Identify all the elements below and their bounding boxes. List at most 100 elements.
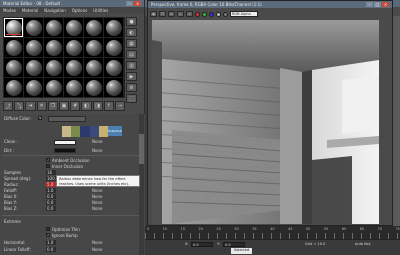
save-image-icon[interactable]: ▣ (150, 11, 157, 17)
timeline-tick-label: 25 (216, 227, 221, 231)
dirt-color-swatch[interactable] (54, 148, 76, 153)
select-by-material-icon[interactable]: ⬚ (126, 94, 137, 103)
menu-material[interactable]: Material (22, 8, 38, 13)
red-channel-toggle[interactable] (195, 11, 200, 17)
timeline[interactable]: 5 10 15 20 25 30 35 40 45 50 55 60 65 70 75 (145, 226, 400, 239)
material-slot[interactable] (44, 58, 63, 77)
clone-window-icon[interactable]: ⧉ (168, 11, 175, 17)
background-icon[interactable]: ▦ (126, 39, 137, 48)
make-preview-icon[interactable]: ▶ (126, 72, 137, 81)
multi-sub-button[interactable]: Multi/Sub (108, 126, 122, 136)
material-slot[interactable] (64, 78, 83, 97)
material-slot[interactable] (104, 18, 123, 37)
copy-image-icon[interactable]: ❐ (159, 11, 166, 17)
reset-map-icon[interactable]: ✕ (36, 101, 47, 111)
print-icon[interactable]: ⎙ (177, 11, 184, 17)
video-color-check-icon[interactable]: ▥ (126, 61, 137, 70)
material-slot[interactable] (44, 18, 63, 37)
clean-map-button[interactable]: None (92, 139, 102, 144)
render-frame-window[interactable]: Perspective, frame 0, RGBA Color 16 Bits… (147, 0, 393, 226)
material-slot[interactable] (4, 58, 23, 77)
sample-type-icon[interactable]: ● (126, 17, 137, 26)
material-slot[interactable] (44, 38, 63, 57)
go-to-parent-icon[interactable]: ↑ (103, 101, 114, 111)
material-swatch-strip[interactable] (62, 126, 109, 137)
render-title-bar[interactable]: Perspective, frame 0, RGBA Color 16 Bits… (148, 1, 392, 8)
material-slot[interactable] (24, 38, 43, 57)
green-channel-toggle[interactable] (202, 11, 207, 17)
clean-color-swatch[interactable] (54, 140, 76, 145)
clear-icon[interactable]: ✕ (186, 11, 193, 17)
ambient-occlusion-checkbox[interactable]: ✓ (46, 158, 50, 162)
minimize-icon[interactable]: – (366, 2, 373, 7)
menu-options[interactable]: Options (72, 8, 87, 13)
scrollbar-thumb[interactable] (139, 134, 144, 164)
material-slot[interactable] (4, 38, 23, 57)
bias-z-map-button[interactable]: None (92, 206, 102, 211)
material-id-icon[interactable]: # (70, 101, 81, 111)
material-slot[interactable] (84, 58, 103, 77)
swatch-4[interactable] (89, 126, 99, 137)
optimize-thin-checkbox[interactable] (46, 227, 50, 231)
get-material-icon[interactable]: ⤴ (3, 101, 14, 111)
dirt-map-button[interactable]: None (92, 148, 102, 153)
horizontal-input[interactable]: 1.0 (46, 240, 56, 245)
material-editor-title-bar[interactable]: Material Editor - 08 - Default – × (0, 0, 144, 7)
material-slot[interactable] (104, 78, 123, 97)
uv-tiling-icon[interactable]: ▤ (126, 50, 137, 59)
material-slot[interactable] (4, 18, 23, 37)
auto-key-button[interactable]: Auto Key (355, 242, 371, 246)
options-icon[interactable]: ⚙ (126, 83, 137, 92)
menu-utilities[interactable]: Utilities (93, 8, 108, 13)
menu-navigation[interactable]: Navigation (44, 8, 66, 13)
x-coordinate-field[interactable]: 0.0 (191, 242, 213, 247)
ignore-bump-checkbox[interactable]: ✓ (46, 233, 50, 237)
assign-to-selection-icon[interactable]: ➜ (25, 101, 36, 111)
horizontal-map-button[interactable]: None (92, 240, 102, 245)
linear-falloff-input[interactable]: 0.0 (46, 247, 56, 252)
eyedropper-icon[interactable]: ✎ (38, 116, 42, 120)
menu-modes[interactable]: Modes (3, 8, 16, 13)
close-icon[interactable]: × (382, 2, 389, 7)
material-slot[interactable] (84, 78, 103, 97)
swatch-2[interactable] (71, 126, 81, 137)
alpha-channel-toggle[interactable] (216, 11, 221, 17)
swatch-1[interactable] (62, 126, 72, 137)
maximize-icon[interactable]: □ (374, 2, 381, 7)
swatch-5[interactable] (98, 126, 109, 137)
bias-z-input[interactable]: 0.0 (46, 206, 56, 211)
close-icon[interactable]: × (134, 1, 141, 6)
bias-z-row: Bias Z: 0.0 None (0, 205, 145, 212)
mono-toggle[interactable] (223, 11, 228, 17)
selected-dropdown[interactable]: Selected (231, 248, 252, 254)
material-slot[interactable] (104, 58, 123, 77)
swatch-3[interactable] (80, 126, 90, 137)
material-slot[interactable] (64, 38, 83, 57)
material-slot[interactable] (64, 58, 83, 77)
make-unique-icon[interactable]: ❐ (47, 101, 58, 111)
material-slot[interactable] (24, 78, 43, 97)
blue-channel-toggle[interactable] (209, 11, 214, 17)
show-in-viewport-icon[interactable]: ◧ (81, 101, 92, 111)
y-coordinate-field[interactable]: 0.0 (223, 242, 245, 247)
linear-falloff-map-button[interactable]: None (92, 247, 102, 252)
material-editor-window[interactable]: Material Editor - 08 - Default – × Modes… (0, 0, 145, 255)
inner-occlusion-checkbox[interactable] (46, 164, 50, 168)
material-name-field[interactable] (48, 116, 86, 122)
go-forward-sibling-icon[interactable]: → (114, 101, 126, 111)
minimize-icon[interactable]: – (126, 1, 133, 6)
material-slot[interactable] (84, 18, 103, 37)
material-slot[interactable] (64, 18, 83, 37)
material-slot[interactable] (24, 58, 43, 77)
show-end-result-icon[interactable]: ◨ (92, 101, 103, 111)
material-slot[interactable] (84, 38, 103, 57)
backlight-icon[interactable]: ◐ (126, 28, 137, 37)
material-slot[interactable] (4, 78, 23, 97)
material-slot[interactable] (104, 38, 123, 57)
channel-select[interactable]: RGB Alpha (230, 11, 258, 17)
y-label: Y: (217, 242, 220, 246)
material-slot[interactable] (44, 78, 63, 97)
put-to-library-icon[interactable]: ▣ (58, 101, 70, 111)
put-to-scene-icon[interactable]: ⤵ (14, 101, 25, 111)
material-slot[interactable] (24, 18, 43, 37)
